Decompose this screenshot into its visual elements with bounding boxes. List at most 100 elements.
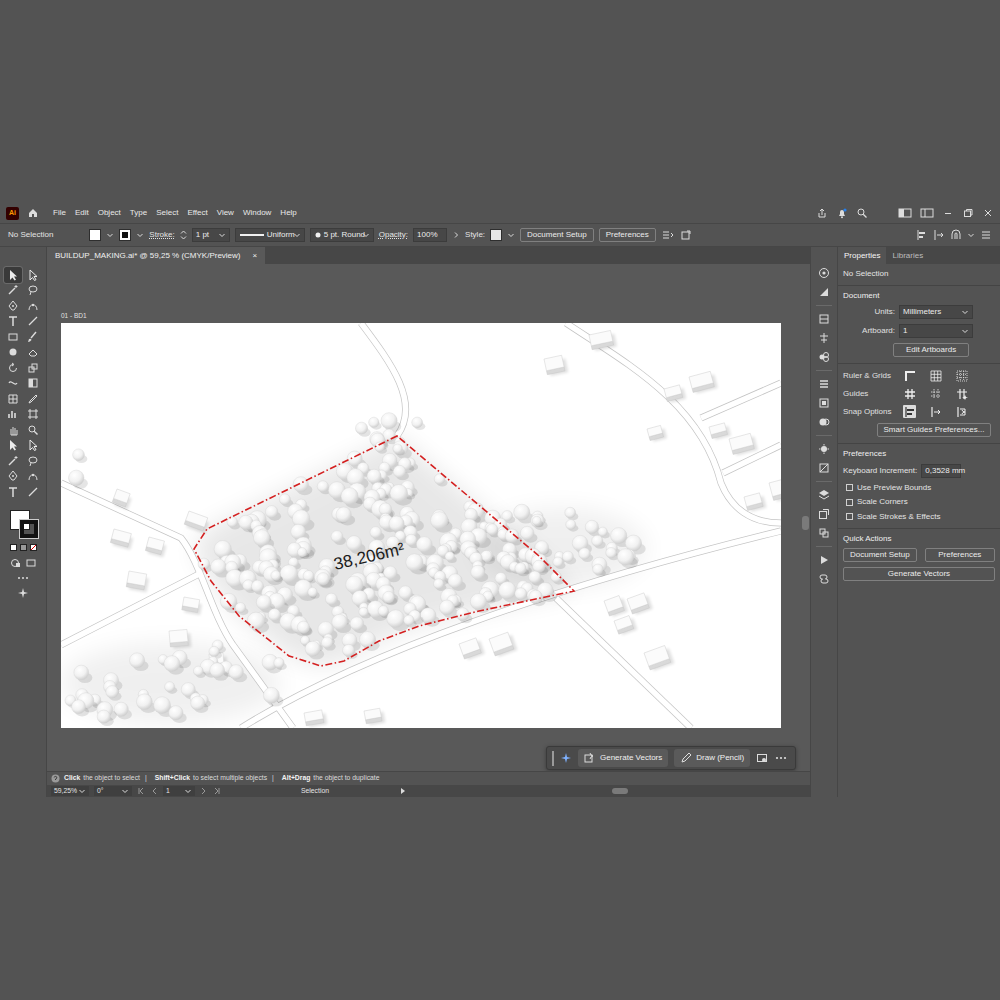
option-toggle[interactable] — [929, 405, 942, 418]
workspace-icon[interactable] — [898, 207, 912, 219]
panel-icon[interactable] — [818, 527, 830, 539]
tool-button[interactable] — [4, 267, 22, 283]
panel-icon[interactable] — [818, 378, 830, 390]
app-logo[interactable]: Ai — [6, 207, 19, 220]
next-artboard-icon[interactable] — [200, 787, 208, 795]
edit-artboards-button[interactable]: Edit Artboards — [893, 343, 969, 357]
checkbox[interactable] — [846, 499, 853, 506]
menu-item[interactable]: Object — [98, 208, 121, 218]
spinner-icon[interactable] — [180, 229, 187, 241]
menu-icon[interactable] — [980, 229, 992, 241]
prev-artboard-icon[interactable] — [150, 787, 158, 795]
smart-guides-button[interactable]: Smart Guides Preferences... — [877, 423, 991, 437]
preference-checkbox-row[interactable]: Scale Strokes & Effects — [843, 512, 995, 522]
zoom-field[interactable]: 59,25% — [51, 786, 89, 796]
control-button[interactable]: Preferences — [599, 228, 656, 242]
document-setup-button[interactable]: Document Setup — [843, 548, 917, 562]
image-trace-icon[interactable] — [756, 752, 768, 764]
fill-swatch[interactable] — [89, 229, 101, 241]
menu-item[interactable]: File — [53, 208, 66, 218]
tool-button[interactable] — [24, 376, 42, 392]
stroke-label[interactable]: Stroke: — [149, 230, 174, 240]
site-map[interactable]: 38,206m² — [61, 323, 781, 728]
option-toggle[interactable] — [903, 369, 916, 382]
align-left-icon[interactable] — [916, 229, 928, 241]
dropdown-icon[interactable] — [106, 231, 114, 239]
tool-button[interactable] — [4, 283, 22, 299]
tool-button[interactable] — [24, 267, 42, 283]
draw-mode-icon[interactable] — [10, 557, 22, 569]
first-artboard-icon[interactable] — [137, 787, 145, 795]
dropdown-icon[interactable] — [136, 231, 144, 239]
close-icon[interactable] — [982, 207, 994, 219]
preferences-button[interactable]: Preferences — [925, 548, 995, 562]
tool-button[interactable] — [24, 484, 42, 500]
more-icon[interactable] — [774, 755, 788, 761]
tool-button[interactable] — [24, 314, 42, 330]
rotation-field[interactable]: 0° — [94, 786, 132, 796]
arrange-docs-icon[interactable] — [661, 229, 675, 241]
panel-icon[interactable] — [818, 554, 830, 566]
help-icon[interactable] — [51, 774, 60, 783]
panel-icon[interactable] — [818, 286, 830, 298]
panel-icon[interactable] — [818, 416, 830, 428]
tool-button[interactable] — [24, 329, 42, 345]
panel-icon[interactable] — [818, 462, 830, 474]
artboard-nav-field[interactable]: 1 — [163, 786, 195, 796]
option-toggle[interactable] — [955, 369, 968, 382]
panel-tab[interactable]: Properties — [838, 247, 886, 264]
checkbox[interactable] — [846, 513, 853, 520]
arrange-icon[interactable] — [920, 207, 934, 219]
minimize-icon[interactable] — [942, 207, 954, 219]
panel-tab[interactable]: Libraries — [886, 247, 929, 264]
align-center-icon[interactable] — [933, 229, 945, 241]
stroke-box[interactable] — [20, 520, 38, 538]
tool-button[interactable] — [4, 453, 22, 469]
generate-vectors-button[interactable]: Generate Vectors — [843, 567, 995, 581]
search-icon[interactable] — [856, 207, 868, 219]
style-swatch[interactable] — [490, 229, 502, 241]
tool-button[interactable] — [24, 360, 42, 376]
tool-button[interactable] — [4, 391, 22, 407]
home-icon[interactable] — [27, 207, 39, 219]
artboard-dropdown[interactable]: 1 — [899, 324, 973, 338]
fill-stroke-control[interactable] — [6, 508, 40, 538]
screen-mode-icon[interactable] — [25, 557, 37, 569]
option-toggle[interactable] — [929, 369, 942, 382]
canvas[interactable]: 01 - BD138,206m²Generate VectorsDraw (Pe… — [47, 264, 801, 771]
tool-button[interactable] — [24, 422, 42, 438]
tool-button[interactable] — [24, 469, 42, 485]
dropdown-icon[interactable] — [507, 231, 515, 239]
tool-button[interactable] — [4, 376, 22, 392]
tool-button[interactable] — [24, 407, 42, 423]
tool-button[interactable] — [4, 360, 22, 376]
taskbar-button[interactable]: Draw (Pencil) — [674, 749, 750, 767]
tool-button[interactable] — [4, 469, 22, 485]
artboard[interactable]: 38,206m² — [61, 323, 781, 728]
tool-button[interactable] — [24, 438, 42, 454]
menu-item[interactable]: Help — [280, 208, 296, 218]
menu-item[interactable]: Select — [156, 208, 178, 218]
stroke-swatch[interactable] — [119, 229, 131, 241]
menu-item[interactable]: View — [217, 208, 234, 218]
panel-icon[interactable] — [818, 267, 830, 279]
units-dropdown[interactable]: Millimeters — [899, 305, 973, 319]
expand-icon[interactable] — [452, 231, 460, 239]
new-window-icon[interactable] — [680, 229, 692, 241]
menu-item[interactable]: Type — [130, 208, 147, 218]
panel-icon[interactable] — [818, 573, 830, 585]
tool-button[interactable] — [4, 422, 22, 438]
color-mode-icon[interactable] — [10, 544, 17, 551]
panel-icon[interactable] — [818, 351, 830, 363]
option-toggle[interactable] — [929, 387, 942, 400]
tool-button[interactable] — [4, 298, 22, 314]
vertical-scrollbar[interactable] — [801, 264, 810, 771]
menu-item[interactable]: Effect — [187, 208, 207, 218]
tool-button[interactable] — [4, 314, 22, 330]
keyboard-increment-field[interactable]: 0,3528 mm — [921, 464, 961, 478]
tool-button[interactable] — [24, 298, 42, 314]
tool-button[interactable] — [24, 453, 42, 469]
tool-button[interactable] — [24, 283, 42, 299]
tool-button[interactable] — [4, 484, 22, 500]
opacity-field[interactable]: 100% — [413, 228, 447, 242]
